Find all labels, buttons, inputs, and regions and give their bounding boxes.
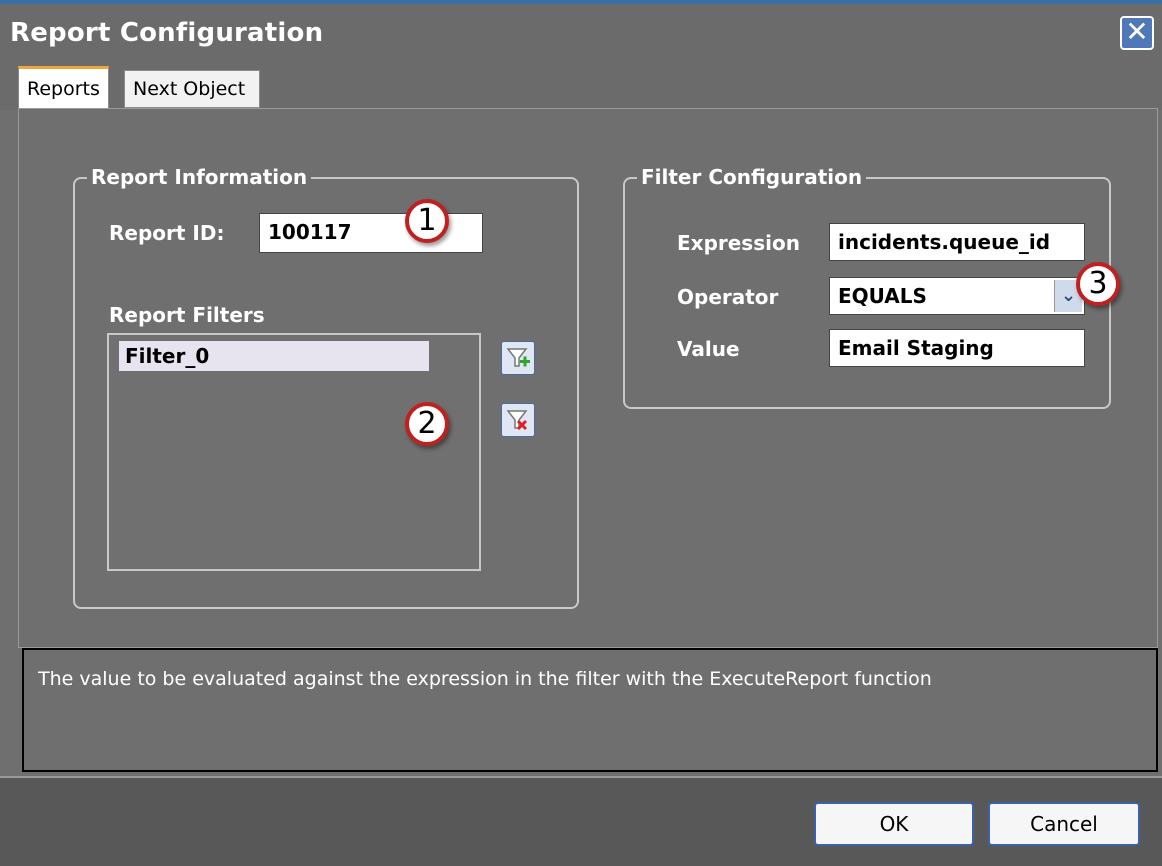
tab-strip: Reports Next Object [0,62,1162,110]
funnel-add-icon [506,348,530,367]
help-description: The value to be evaluated against the ex… [22,648,1158,772]
ok-button[interactable]: OK [814,802,974,846]
title-bar: Report Configuration ✕ [0,0,1162,62]
report-id-label: Report ID: [109,221,225,245]
tab-reports[interactable]: Reports [18,66,109,110]
window-title: Report Configuration [10,18,324,48]
filter-configuration-group: Filter Configuration Expression incident… [623,165,1111,409]
operator-select[interactable]: EQUALS ⌄ [829,277,1085,315]
cancel-button[interactable]: Cancel [988,802,1140,846]
expression-input[interactable]: incidents.queue_id [829,223,1085,261]
filter-configuration-title: Filter Configuration [637,165,867,189]
operator-label: Operator [677,285,779,309]
close-icon: ✕ [1125,15,1149,48]
callout-marker-1: 1 [405,199,449,243]
operator-value: EQUALS [838,284,927,308]
remove-filter-button[interactable] [501,403,535,437]
report-information-group: Report Information Report ID: 100117 Rep… [73,165,579,609]
expression-label: Expression [677,231,800,255]
list-item[interactable]: Filter_0 [119,341,429,371]
report-information-title: Report Information [87,165,312,189]
callout-marker-3: 3 [1076,262,1120,306]
funnel-remove-icon [506,410,528,431]
tab-next-object[interactable]: Next Object [124,70,260,108]
callout-marker-2: 2 [405,402,449,446]
report-filters-list[interactable]: Filter_0 [107,333,481,571]
report-id-input[interactable]: 100117 [259,213,483,253]
value-input[interactable]: Email Staging [829,329,1085,367]
add-filter-button[interactable] [501,341,535,375]
dialog-footer: OK Cancel [0,776,1162,866]
tab-page-reports: Report Information Report ID: 100117 Rep… [18,108,1158,648]
close-button[interactable]: ✕ [1120,16,1154,50]
value-label: Value [677,337,740,361]
report-filters-label: Report Filters [109,303,265,327]
